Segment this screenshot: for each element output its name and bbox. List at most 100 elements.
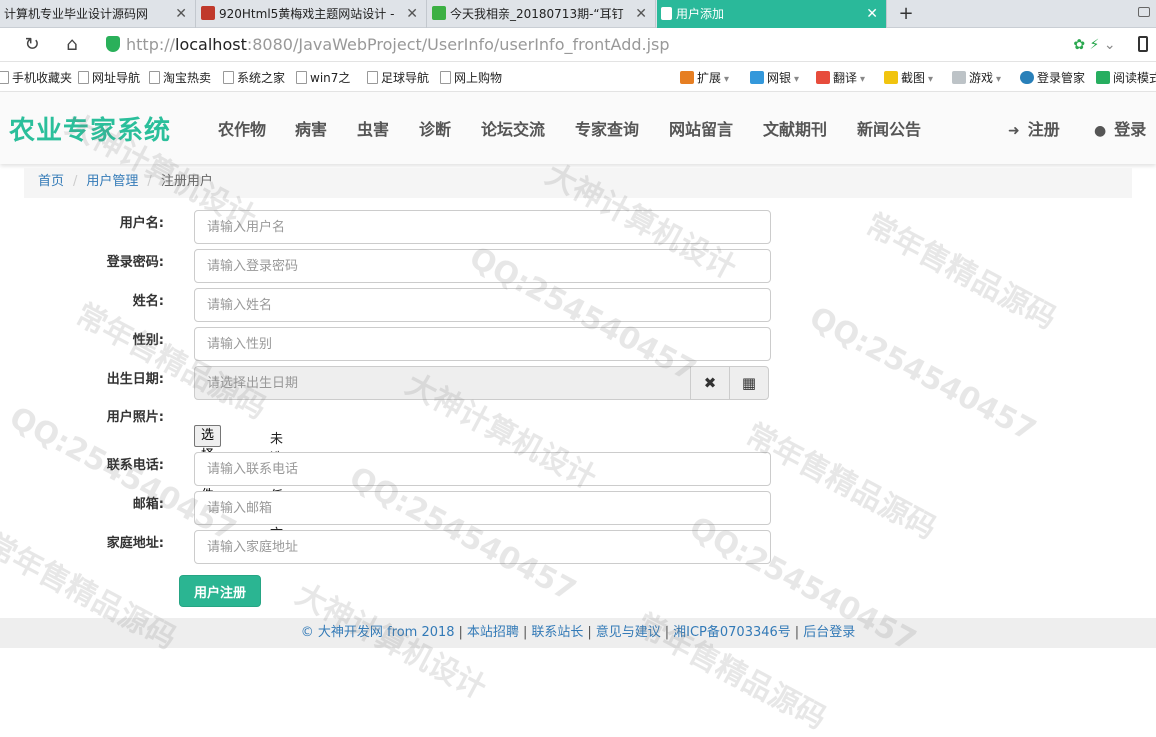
browser-tab-1[interactable]: 计算机专业毕业设计源码网 ✕ [0, 0, 196, 28]
bookmark-item[interactable]: 系统之家 [223, 69, 285, 86]
bookmark-item[interactable]: 淘宝热卖 [149, 69, 211, 86]
bookmark-item[interactable]: 足球导航 [367, 69, 429, 86]
bookmark-item[interactable]: 手机收藏夹 [0, 69, 72, 86]
screenshot-icon [884, 71, 898, 84]
toolbar-reader-mode[interactable]: 阅读模式 [1096, 69, 1156, 86]
browser-tab-active[interactable]: 用户添加 ✕ [657, 0, 887, 28]
name-input[interactable] [194, 288, 771, 322]
clear-icon[interactable]: ✖ [690, 366, 730, 400]
device-icon[interactable] [1138, 36, 1148, 52]
reload-icon[interactable]: ↻ [20, 33, 44, 57]
choose-file-button[interactable]: 选择文件 [194, 425, 222, 503]
toolbar-translate[interactable]: 翻译 ▾ [816, 69, 865, 86]
page-icon [223, 71, 234, 84]
nav-expert-search[interactable]: 专家查询 [575, 116, 639, 140]
watermark-text: QQ:254540457 [803, 300, 1042, 449]
toolbar-bank[interactable]: 网银 ▾ [750, 69, 799, 86]
name-label: 姓名: [132, 294, 164, 309]
favicon-icon [201, 6, 215, 20]
password-input[interactable] [194, 249, 771, 283]
page-icon [149, 71, 160, 84]
address-bar: ↻ ⌂ http://localhost:8080/JavaWebProject… [0, 28, 1156, 62]
close-icon[interactable]: ✕ [406, 0, 418, 28]
nav-guestbook[interactable]: 网站留言 [669, 116, 733, 140]
password-label: 登录密码: [106, 255, 164, 270]
footer-link[interactable]: 后台登录 [803, 625, 855, 640]
extensions-icon [680, 71, 694, 84]
bookmark-item[interactable]: 网上购物 [440, 69, 502, 86]
search-icon [1020, 71, 1034, 84]
phone-input[interactable] [194, 452, 771, 486]
email-input[interactable] [194, 491, 771, 525]
sign-in-icon: ➜ [1008, 123, 1020, 139]
chevron-down-icon: ▾ [794, 74, 800, 85]
footer-link[interactable]: 湘ICP备0703346号 [673, 625, 791, 640]
footer-link[interactable]: 联系站长 [531, 625, 583, 640]
footer-link[interactable]: 意见与建议 [596, 625, 661, 640]
address-bar-tools: ✿ ⚡ ⌄ [1073, 36, 1148, 53]
window-control-icon[interactable] [1138, 7, 1150, 17]
address-input[interactable] [194, 530, 771, 564]
page-icon [296, 71, 307, 84]
chevron-down-icon: ▾ [860, 74, 866, 85]
favicon-icon [432, 6, 446, 20]
nav-pests[interactable]: 虫害 [357, 116, 389, 140]
toolbar-screenshot[interactable]: 截图 ▾ [884, 69, 933, 86]
calendar-icon[interactable]: ▦ [729, 366, 769, 400]
site-logo[interactable]: 农业专家系统 [9, 110, 171, 147]
breadcrumb-user-management[interactable]: 用户管理 [86, 174, 138, 189]
page-icon [440, 71, 451, 84]
register-link[interactable]: ➜ 注册 [1008, 116, 1060, 140]
username-input[interactable] [194, 210, 771, 244]
browser-tab-3[interactable]: 今天我相亲_20180713期-“耳钉 ✕ [428, 0, 656, 28]
gender-label: 性别: [132, 333, 164, 348]
chevron-down-icon: ▾ [928, 74, 934, 85]
birthday-label: 出生日期: [106, 372, 164, 387]
nav-diseases[interactable]: 病害 [295, 116, 327, 140]
nav-literature[interactable]: 文献期刊 [763, 116, 827, 140]
nav-crops[interactable]: 农作物 [218, 116, 266, 140]
login-link[interactable]: ● 登录 [1094, 116, 1146, 140]
page-icon [661, 7, 672, 20]
book-icon [1096, 71, 1110, 84]
nav-news[interactable]: 新闻公告 [857, 116, 921, 140]
home-icon[interactable]: ⌂ [60, 33, 84, 57]
tab-title: 今天我相亲_20180713期-“耳钉 [450, 7, 624, 21]
watermark-text: 常年售精品源码 [859, 207, 1062, 337]
email-label: 邮箱: [132, 497, 164, 512]
page-icon [367, 71, 378, 84]
translate-icon [816, 71, 830, 84]
birthday-input[interactable] [194, 366, 691, 400]
folder-icon [0, 71, 9, 84]
url-field[interactable]: http://localhost:8080/JavaWebProject/Use… [100, 32, 1050, 58]
toolbar-games[interactable]: 游戏 ▾ [952, 69, 1001, 86]
gender-input[interactable] [194, 327, 771, 361]
browser-tab-2[interactable]: 920Html5黄梅戏主题网站设计 - ✕ [197, 0, 427, 28]
phone-label: 联系电话: [106, 458, 164, 473]
chevron-down-icon[interactable]: ⌄ [1104, 37, 1116, 53]
site-footer: © 大神开发网 from 2018 | 本站招聘 | 联系站长 | 意见与建议 | 湘ICP备0… [0, 618, 1156, 648]
breadcrumb: 首页 / 用户管理 / 注册用户 [24, 168, 1132, 198]
register-submit-button[interactable]: 用户注册 [179, 575, 261, 607]
nav-forum[interactable]: 论坛交流 [481, 116, 545, 140]
site-header: 农业专家系统 农作物 病害 虫害 诊断 论坛交流 专家查询 网站留言 文献期刊 … [0, 92, 1156, 164]
lightning-icon[interactable]: ⚡ [1090, 37, 1100, 53]
bookmark-item[interactable]: 网址导航 [78, 69, 140, 86]
toolbar-login-manager[interactable]: 登录管家 [1020, 69, 1085, 86]
security-icon[interactable]: ✿ [1073, 37, 1085, 53]
breadcrumb-home[interactable]: 首页 [38, 174, 64, 189]
toolbar-extensions[interactable]: 扩展 ▾ [680, 69, 729, 86]
birthday-picker: ✖ ▦ [194, 366, 771, 400]
browser-tab-strip: 计算机专业毕业设计源码网 ✕ 920Html5黄梅戏主题网站设计 - ✕ 今天我… [0, 0, 1156, 28]
footer-link[interactable]: 本站招聘 [467, 625, 519, 640]
nav-diagnosis[interactable]: 诊断 [419, 116, 451, 140]
breadcrumb-current: 注册用户 [160, 174, 213, 189]
bookmark-item[interactable]: win7之 [296, 69, 350, 86]
close-icon[interactable]: ✕ [866, 0, 878, 28]
close-icon[interactable]: ✕ [635, 0, 647, 28]
address-label: 家庭地址: [106, 536, 164, 551]
chevron-down-icon: ▾ [996, 74, 1002, 85]
new-tab-button[interactable]: + [896, 0, 916, 28]
close-icon[interactable]: ✕ [175, 0, 187, 28]
footer-copyright[interactable]: © 大神开发网 from 2018 [301, 625, 455, 640]
